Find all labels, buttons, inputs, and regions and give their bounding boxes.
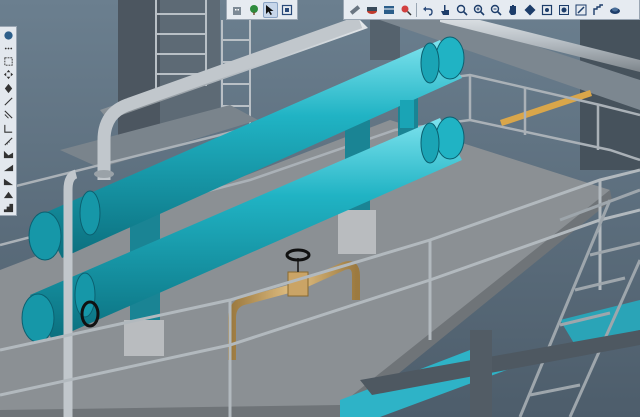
undo-icon[interactable]	[420, 2, 435, 18]
move-icon[interactable]	[1, 69, 15, 81]
corner-icon[interactable]	[1, 175, 15, 187]
toolbar-right	[343, 0, 640, 20]
ruler-icon[interactable]	[1, 135, 15, 147]
sphere-icon[interactable]	[1, 29, 15, 41]
building-icon[interactable]	[230, 2, 244, 18]
tool-palette	[0, 26, 17, 216]
stairs-icon[interactable]	[1, 202, 15, 214]
orbit-icon[interactable]	[522, 2, 537, 18]
tree-icon[interactable]	[246, 2, 260, 18]
zoom-in-icon[interactable]	[471, 2, 486, 18]
line-icon[interactable]	[1, 95, 15, 107]
brass-valve-body	[287, 271, 309, 297]
nozzle-link	[400, 100, 414, 128]
3d-viewport[interactable]	[0, 0, 640, 417]
walk-icon[interactable]	[590, 2, 605, 18]
exchanger-lower-end-right	[435, 116, 465, 160]
exchanger-upper-flange	[79, 190, 101, 236]
dots-icon[interactable]	[1, 42, 15, 54]
support-left-base	[124, 320, 164, 356]
exchanger-lower-flange	[74, 272, 96, 318]
exchanger-upper-end-right	[435, 36, 465, 80]
support-right-base	[338, 210, 376, 254]
angle-icon[interactable]	[1, 122, 15, 134]
frame-icon[interactable]	[1, 56, 15, 68]
measure-icon[interactable]	[347, 2, 362, 18]
exchanger-lower-flange-2	[420, 122, 440, 164]
rotate-icon[interactable]	[1, 82, 15, 94]
exchanger-upper-flange-2	[420, 42, 440, 84]
diagonal-icon[interactable]	[1, 109, 15, 121]
profile-icon[interactable]	[1, 149, 15, 161]
zoom-icon[interactable]	[454, 2, 469, 18]
layers-icon[interactable]	[381, 2, 396, 18]
pan-hand-icon[interactable]	[505, 2, 520, 18]
camera-icon[interactable]	[607, 2, 622, 18]
select-cursor-icon[interactable]	[262, 1, 278, 18]
exchanger-upper-end-left	[28, 211, 62, 261]
bottom-column	[470, 330, 492, 417]
view-cube-icon[interactable]	[556, 2, 571, 18]
section-icon[interactable]	[364, 2, 379, 18]
zoom-out-icon[interactable]	[488, 2, 503, 18]
top-view-icon[interactable]	[573, 2, 588, 18]
hand-pointer-icon[interactable]	[437, 2, 452, 18]
clipping-icon[interactable]	[398, 2, 413, 18]
fit-view-icon[interactable]	[539, 2, 554, 18]
exchanger-lower-end-left	[21, 293, 55, 343]
grey-pipe-flange	[94, 170, 114, 178]
wedge-icon[interactable]	[1, 188, 15, 200]
slope-icon[interactable]	[1, 162, 15, 174]
zoom-window-icon[interactable]	[280, 2, 294, 18]
toolbar-left	[226, 0, 298, 20]
viewer-window	[0, 0, 640, 417]
toolbar-separator	[416, 2, 417, 17]
